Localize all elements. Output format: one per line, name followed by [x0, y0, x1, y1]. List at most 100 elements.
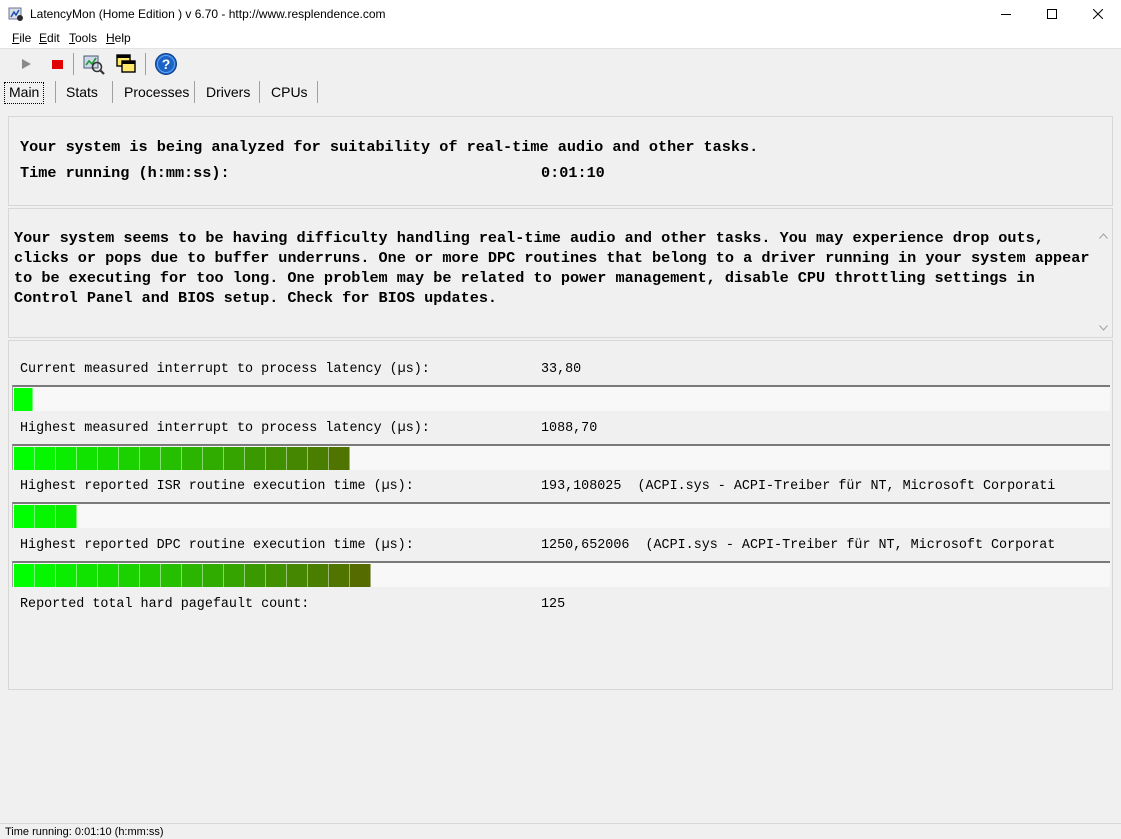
bar-segment: [119, 564, 140, 587]
bar-segment: [14, 505, 35, 528]
conclusion-message: Your system seems to be having difficult…: [14, 229, 1090, 307]
menu-edit-accel: E: [39, 31, 48, 45]
highest-latency-bar: [12, 444, 1110, 470]
stop-button[interactable]: [45, 52, 69, 76]
status-text: Time running: 0:01:10 (h:mm:ss): [5, 826, 164, 838]
tab-main[interactable]: Main: [4, 82, 45, 104]
bar-segment: [161, 564, 182, 587]
tab-processes[interactable]: Processes: [120, 82, 193, 102]
bar-segment: [35, 447, 56, 470]
tab-separator: [259, 81, 260, 103]
message-panel[interactable]: Your system seems to be having difficult…: [8, 208, 1113, 338]
windows-icon: [116, 54, 136, 73]
tab-strip: Main Stats Processes Drivers CPUs: [0, 79, 1121, 105]
bar-segment: [245, 447, 266, 470]
bar-segment: [203, 564, 224, 587]
bar-segment: [119, 447, 140, 470]
tab-drivers[interactable]: Drivers: [202, 82, 254, 102]
title-bar: LatencyMon (Home Edition ) v 6.70 - http…: [0, 0, 1121, 28]
time-running-label: Time running (h:mm:ss):: [20, 164, 230, 182]
bar-fill: [14, 447, 350, 470]
menu-help-label: elp: [114, 31, 131, 45]
bar-segment: [350, 564, 371, 587]
menu-help[interactable]: Help: [106, 31, 131, 45]
stop-icon: [52, 60, 63, 69]
dpc-time-bar: [12, 561, 1110, 587]
bar-segment: [203, 447, 224, 470]
windows-button[interactable]: [114, 52, 138, 76]
bar-segment: [35, 564, 56, 587]
pagefault-count-value: 125: [541, 597, 566, 612]
analysis-status-text: Your system is being analyzed for suitab…: [20, 138, 759, 156]
current-latency-bar: [12, 385, 1110, 411]
menu-file-label: ile: [19, 31, 32, 45]
maximize-button[interactable]: [1029, 0, 1075, 28]
bar-fill: [14, 564, 371, 587]
chevron-down-icon: [1098, 325, 1108, 331]
analyzer-button[interactable]: [82, 52, 106, 76]
window-title: LatencyMon (Home Edition ) v 6.70 - http…: [30, 7, 386, 21]
help-button[interactable]: ?: [154, 52, 178, 76]
bar-segment: [98, 564, 119, 587]
menu-tools[interactable]: Tools: [69, 31, 97, 45]
tab-stats[interactable]: Stats: [62, 82, 102, 102]
bar-segment: [14, 447, 35, 470]
minimize-button[interactable]: [983, 0, 1029, 28]
minimize-icon: [1001, 14, 1011, 15]
time-running-value: 0:01:10: [541, 164, 605, 182]
bar-fill: [14, 505, 77, 528]
tab-separator: [55, 81, 56, 103]
bar-segment: [329, 564, 350, 587]
bar-segment: [56, 505, 77, 528]
close-button[interactable]: [1075, 0, 1121, 28]
scroll-down-button[interactable]: [1098, 323, 1108, 333]
bar-segment: [161, 447, 182, 470]
scroll-up-button[interactable]: [1098, 231, 1108, 241]
isr-time-bar: [12, 502, 1110, 528]
dpc-time-driver: (ACPI.sys - ACPI-Treiber für NT, Microso…: [645, 538, 1056, 553]
bar-segment: [182, 447, 203, 470]
bar-segment: [308, 564, 329, 587]
tab-cpus[interactable]: CPUs: [267, 82, 312, 102]
bar-segment: [287, 564, 308, 587]
menu-edit[interactable]: Edit: [39, 31, 60, 45]
bar-segment: [140, 564, 161, 587]
pagefault-count-label: Reported total hard pagefault count:: [20, 597, 310, 612]
dpc-time-value: 1250,652006 (ACPI.sys - ACPI-Treiber für…: [541, 538, 1055, 553]
play-icon: [22, 59, 31, 69]
bar-segment: [329, 447, 350, 470]
highest-latency-value: 1088,70: [541, 421, 598, 436]
analyzer-icon: [83, 55, 105, 75]
toolbar-separator: [73, 53, 74, 75]
isr-time-driver: (ACPI.sys - ACPI-Treiber für NT, Microso…: [637, 479, 1056, 494]
bar-segment: [56, 564, 77, 587]
menu-file[interactable]: File: [12, 31, 31, 45]
start-button[interactable]: [14, 52, 38, 76]
isr-time-label: Highest reported ISR routine execution t…: [20, 479, 414, 494]
svg-text:?: ?: [162, 56, 171, 72]
tab-separator: [317, 81, 318, 103]
menu-help-accel: H: [106, 31, 115, 45]
chevron-up-icon: [1098, 233, 1108, 239]
isr-time-number: 193,108025: [541, 479, 622, 494]
bar-segment: [182, 564, 203, 587]
bar-segment: [35, 505, 56, 528]
current-latency-label: Current measured interrupt to process la…: [20, 362, 430, 377]
bar-segment: [245, 564, 266, 587]
menu-bar: File Edit Tools Help: [0, 28, 1121, 49]
status-bar: Time running: 0:01:10 (h:mm:ss): [0, 823, 1121, 839]
toolbar: ?: [0, 49, 1121, 79]
bar-segment: [56, 447, 77, 470]
toolbar-separator: [145, 53, 146, 75]
dpc-time-number: 1250,652006: [541, 538, 630, 553]
bar-segment: [77, 564, 98, 587]
menu-edit-label: dit: [47, 31, 60, 45]
bar-segment: [287, 447, 308, 470]
bar-segment: [140, 447, 161, 470]
menu-tools-label: ools: [75, 31, 98, 45]
bar-segment: [308, 447, 329, 470]
maximize-icon: [1047, 9, 1057, 19]
close-icon: [1093, 9, 1103, 19]
dpc-time-label: Highest reported DPC routine execution t…: [20, 538, 414, 553]
tab-separator: [194, 81, 195, 103]
